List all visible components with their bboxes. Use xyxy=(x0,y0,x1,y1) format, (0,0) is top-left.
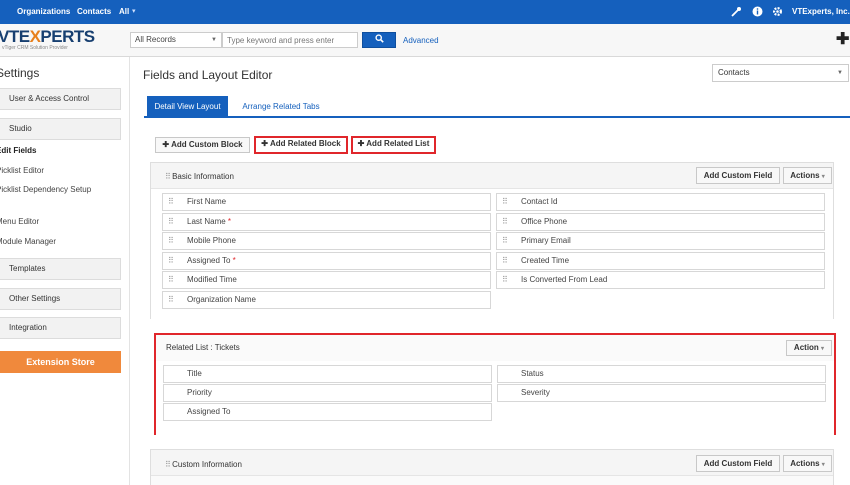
drag-handle-icon[interactable]: ⠿ xyxy=(168,214,174,230)
drag-handle-icon[interactable]: ⠿ xyxy=(502,272,508,288)
main-content: Fields and Layout Editor Contacts ▼ Detai… xyxy=(130,57,850,485)
top-nav-bar: Organizations Contacts All ▾ VTExperts, … xyxy=(0,0,850,24)
related-field-assigned-to[interactable]: Assigned To xyxy=(163,403,492,421)
advanced-search-link[interactable]: Advanced xyxy=(403,36,439,45)
chevron-down-icon: ▼ xyxy=(837,70,843,76)
block-title: Custom Information xyxy=(172,460,242,469)
drag-handle-icon[interactable]: ⠿ xyxy=(165,172,171,181)
chevron-down-icon: ▾ xyxy=(821,346,825,352)
records-select[interactable]: All Records ▼ xyxy=(130,32,222,48)
field-first-name[interactable]: ⠿ First Name xyxy=(162,193,491,211)
block-body: ⠿ First Name ⠿ Last Name * ⠿ Mobile Phone ⠿… xyxy=(151,189,833,319)
add-related-list-button[interactable]: ✚ Add Related List xyxy=(351,136,436,154)
action-dropdown[interactable]: Action ▾ xyxy=(786,340,832,356)
drag-handle-icon[interactable]: ⠿ xyxy=(168,272,174,288)
module-select[interactable]: Contacts ▼ xyxy=(712,64,849,82)
tab-detail-view-layout[interactable]: Detail View Layout xyxy=(147,96,228,117)
page-title: Fields and Layout Editor xyxy=(143,68,273,82)
related-field-status[interactable]: Status xyxy=(497,365,826,383)
plus-icon: ✚ xyxy=(261,139,268,148)
plus-icon: ✚ xyxy=(162,140,170,149)
related-list-tickets-block: Related List : Tickets Action ▾ Title Pr… xyxy=(154,333,836,435)
sidebar-item-user-access[interactable]: User & Access Control xyxy=(0,88,121,110)
drag-handle-icon[interactable]: ⠿ xyxy=(168,253,174,269)
drag-handle-icon[interactable]: ⠿ xyxy=(502,194,508,210)
field-last-name[interactable]: ⠿ Last Name * xyxy=(162,213,491,231)
chevron-down-icon: ▾ xyxy=(821,174,825,180)
vtexperts-logo[interactable]: VTEXPERTS vTiger CRM Solution Provider xyxy=(0,27,122,53)
sidebar-subitem-picklist-dependency[interactable]: Picklist Dependency Setup xyxy=(0,185,106,195)
chevron-down-icon[interactable]: ▾ xyxy=(132,7,136,15)
drag-handle-icon[interactable]: ⠿ xyxy=(502,253,508,269)
tab-arrange-related-tabs[interactable]: Arrange Related Tabs xyxy=(231,96,331,117)
gear-icon[interactable] xyxy=(772,6,783,20)
search-icon xyxy=(374,34,384,43)
plus-icon[interactable]: ✚ xyxy=(836,29,849,49)
related-field-severity[interactable]: Severity xyxy=(497,384,826,402)
drag-handle-icon[interactable]: ⠿ xyxy=(168,292,174,308)
app-window: Organizations Contacts All ▾ VTExperts, … xyxy=(0,0,850,485)
sidebar-subitem-edit-fields[interactable]: Edit Fields xyxy=(0,146,116,156)
basic-information-block: ⠿ Basic Information Add Custom Field Act… xyxy=(150,162,834,319)
custom-information-block: ⠿ Custom Information Add Custom Field Ac… xyxy=(150,449,834,485)
block-body: Title Priority Assigned To Status Severi… xyxy=(156,361,834,435)
nav-contacts[interactable]: Contacts xyxy=(77,7,111,16)
field-contact-id[interactable]: ⠿ Contact Id xyxy=(496,193,825,211)
settings-sidebar: Settings User & Access Control Studio Ed… xyxy=(0,57,130,485)
chevron-down-icon: ▾ xyxy=(821,462,825,468)
extension-store-button[interactable]: Extension Store xyxy=(0,351,121,373)
field-office-phone[interactable]: ⠿ Office Phone xyxy=(496,213,825,231)
field-assigned-to[interactable]: ⠿ Assigned To * xyxy=(162,252,491,270)
add-related-block-button[interactable]: ✚ Add Related Block xyxy=(254,136,348,154)
sidebar-subitem-picklist-editor[interactable]: Picklist Editor xyxy=(0,166,116,176)
tabs-underline xyxy=(144,116,850,118)
related-field-title[interactable]: Title xyxy=(163,365,492,383)
field-mobile-phone[interactable]: ⠿ Mobile Phone xyxy=(162,232,491,250)
drag-handle-icon[interactable]: ⠿ xyxy=(502,233,508,249)
company-menu[interactable]: VTExperts, Inc. xyxy=(792,7,850,16)
actions-dropdown[interactable]: Actions ▾ xyxy=(783,455,832,472)
block-title: Basic Information xyxy=(172,172,234,181)
chevron-down-icon: ▼ xyxy=(211,37,217,43)
add-custom-field-button[interactable]: Add Custom Field xyxy=(696,167,780,184)
related-field-priority[interactable]: Priority xyxy=(163,384,492,402)
sidebar-item-integration[interactable]: Integration xyxy=(0,317,121,339)
block-header: ⠿ Custom Information Add Custom Field Ac… xyxy=(151,450,833,476)
logo-wordmark: VTEXPERTS xyxy=(0,27,95,46)
logo-tagline: vTiger CRM Solution Provider xyxy=(2,45,68,51)
actions-dropdown[interactable]: Actions ▾ xyxy=(783,167,832,184)
field-primary-email[interactable]: ⠿ Primary Email xyxy=(496,232,825,250)
field-modified-time[interactable]: ⠿ Modified Time xyxy=(162,271,491,289)
sidebar-subitem-menu-editor[interactable]: Menu Editor xyxy=(0,217,116,227)
block-title: Related List : Tickets xyxy=(166,343,240,352)
plus-icon: ✚ xyxy=(357,139,365,148)
sidebar-item-other-settings[interactable]: Other Settings xyxy=(0,288,121,310)
wrench-icon[interactable] xyxy=(731,6,742,20)
search-button[interactable] xyxy=(362,32,396,48)
block-header: Related List : Tickets Action ▾ xyxy=(156,335,834,357)
field-created-time[interactable]: ⠿ Created Time xyxy=(496,252,825,270)
nav-organizations[interactable]: Organizations xyxy=(17,7,70,16)
info-icon[interactable] xyxy=(752,6,763,20)
nav-all[interactable]: All xyxy=(119,7,129,16)
sidebar-item-studio[interactable]: Studio xyxy=(0,118,121,140)
drag-handle-icon[interactable]: ⠿ xyxy=(168,233,174,249)
drag-handle-icon[interactable]: ⠿ xyxy=(168,194,174,210)
field-organization-name[interactable]: ⠿ Organization Name xyxy=(162,291,491,309)
sidebar-item-templates[interactable]: Templates xyxy=(0,258,121,280)
header-bar: VTEXPERTS vTiger CRM Solution Provider A… xyxy=(0,24,850,57)
block-header: ⠿ Basic Information Add Custom Field Act… xyxy=(151,163,833,189)
field-is-converted-from-lead[interactable]: ⠿ Is Converted From Lead xyxy=(496,271,825,289)
search-input[interactable] xyxy=(222,32,358,48)
drag-handle-icon[interactable]: ⠿ xyxy=(502,214,508,230)
sidebar-subitem-module-manager[interactable]: Module Manager xyxy=(0,237,116,247)
sidebar-title: Settings xyxy=(0,66,40,80)
drag-handle-icon[interactable]: ⠿ xyxy=(165,460,171,469)
add-custom-block-button[interactable]: ✚ Add Custom Block xyxy=(155,137,250,153)
add-custom-field-button[interactable]: Add Custom Field xyxy=(696,455,780,472)
